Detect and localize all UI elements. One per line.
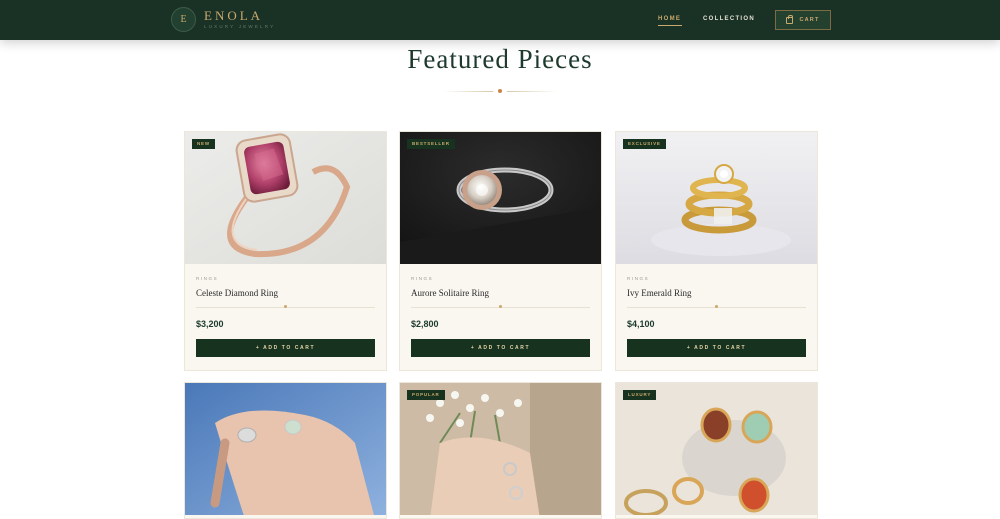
product-badge: EXCLUSIVE bbox=[623, 139, 666, 149]
product-price: $2,800 bbox=[411, 319, 439, 329]
brand-tagline: LUXURY JEWELRY bbox=[204, 24, 276, 29]
product-image[interactable]: LUXURY bbox=[616, 383, 817, 515]
product-card[interactable]: EXCLUSIVE RINGS Ivy Emerald Ring $4,100 … bbox=[615, 131, 818, 371]
product-image[interactable]: NEW bbox=[185, 132, 386, 264]
active-nav-underline bbox=[658, 25, 682, 26]
product-name[interactable]: Celeste Diamond Ring bbox=[196, 287, 278, 299]
card-divider-dot bbox=[715, 305, 718, 308]
hand-rings-sky-photo bbox=[185, 383, 386, 515]
top-navbar: E ENOLA LUXURY JEWELRY HOME COLLECTION C… bbox=[0, 0, 1000, 40]
ring-photo-stack bbox=[616, 132, 817, 264]
title-divider bbox=[443, 89, 557, 93]
product-card[interactable] bbox=[184, 382, 387, 519]
cart-label: CART bbox=[799, 16, 820, 23]
shopping-bag-icon bbox=[786, 14, 794, 24]
section-title: Featured Pieces bbox=[407, 44, 593, 74]
divider-line-left bbox=[443, 91, 493, 92]
hand-flowers-photo bbox=[400, 383, 601, 515]
product-badge: LUXURY bbox=[623, 390, 657, 400]
product-badge: POPULAR bbox=[407, 390, 445, 400]
product-category: RINGS bbox=[411, 276, 434, 281]
product-image[interactable]: POPULAR bbox=[400, 383, 601, 515]
product-price: $4,100 bbox=[627, 319, 655, 329]
divider-line-right bbox=[507, 91, 557, 92]
product-image[interactable]: BESTSELLER bbox=[400, 132, 601, 264]
product-card[interactable]: NEW RINGS Celeste Diamond Ring $3,200 + … bbox=[184, 131, 387, 371]
product-category: RINGS bbox=[196, 276, 219, 281]
card-divider-dot bbox=[284, 305, 287, 308]
product-category: RINGS bbox=[627, 276, 650, 281]
brand-name[interactable]: ENOLA bbox=[204, 9, 263, 22]
product-badge: BESTSELLER bbox=[407, 139, 455, 149]
product-name[interactable]: Aurore Solitaire Ring bbox=[411, 287, 489, 299]
ring-photo-solitaire bbox=[400, 132, 601, 264]
product-card[interactable]: LUXURY bbox=[615, 382, 818, 519]
card-divider-dot bbox=[499, 305, 502, 308]
product-name[interactable]: Ivy Emerald Ring bbox=[627, 287, 692, 299]
add-to-cart-button[interactable]: + ADD TO CART bbox=[196, 339, 375, 357]
rings-on-stone-photo bbox=[616, 383, 817, 515]
nav-collection-link[interactable]: COLLECTION bbox=[703, 15, 755, 23]
product-card[interactable]: BESTSELLER RINGS Aurore Solitaire Ring $… bbox=[399, 131, 602, 371]
add-to-cart-button[interactable]: + ADD TO CART bbox=[627, 339, 806, 357]
product-badge: NEW bbox=[192, 139, 215, 149]
product-price: $3,200 bbox=[196, 319, 224, 329]
add-to-cart-button[interactable]: + ADD TO CART bbox=[411, 339, 590, 357]
ring-photo-pink bbox=[185, 132, 386, 264]
product-image[interactable] bbox=[185, 383, 386, 515]
cart-button[interactable]: CART bbox=[775, 10, 831, 30]
divider-dot bbox=[498, 89, 502, 93]
nav-home-link[interactable]: HOME bbox=[658, 15, 681, 23]
product-card[interactable]: POPULAR bbox=[399, 382, 602, 519]
logo-monogram[interactable]: E bbox=[171, 7, 196, 32]
product-image[interactable]: EXCLUSIVE bbox=[616, 132, 817, 264]
